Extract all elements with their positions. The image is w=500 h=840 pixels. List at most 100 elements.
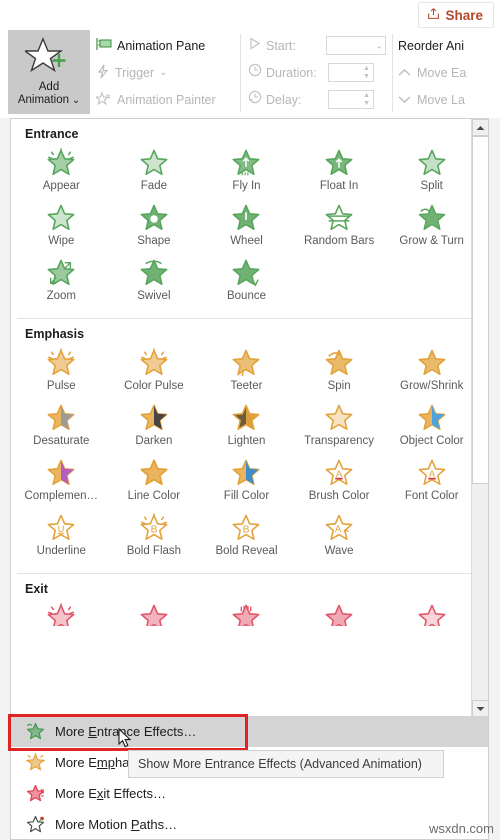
share-button[interactable]: Share (418, 2, 494, 28)
trigger-button[interactable]: Trigger ⌄ (96, 59, 236, 86)
star-fly-out-icon (231, 602, 261, 626)
animation-effect-item-0[interactable] (15, 600, 108, 626)
star-darken-icon (139, 402, 169, 434)
animation-effect-item-1[interactable] (108, 600, 201, 626)
animation-effect-bold-flash[interactable]: B Bold Flash (108, 510, 201, 565)
animation-effect-lighten[interactable]: Lighten (200, 400, 293, 455)
animation-effect-fly-in[interactable]: Fly In (200, 145, 293, 200)
svg-text:B: B (243, 525, 250, 536)
scroll-down-button[interactable] (472, 700, 489, 717)
share-icon (427, 7, 440, 23)
animation-effect-label: Grow & Turn (399, 235, 464, 247)
animation-effect-line-color[interactable]: Line Color (108, 455, 201, 510)
start-combo[interactable]: ⌄ (326, 36, 386, 55)
star-line-color-icon (139, 457, 169, 489)
animation-effect-label: Font Color (404, 490, 459, 502)
animation-effect-wave[interactable]: A Wave (293, 510, 386, 565)
animation-effect-appear[interactable]: Appear (15, 145, 108, 200)
share-label: Share (445, 7, 483, 23)
animation-painter-button[interactable]: Animation Painter (94, 86, 236, 113)
animation-effect-complemen[interactable]: Complemen… (15, 455, 108, 510)
animation-effect-wipe[interactable]: Wipe (15, 200, 108, 255)
star-underline-icon: U (46, 512, 76, 544)
animation-effect-font-color[interactable]: A Font Color (385, 455, 478, 510)
animation-effect-bold-reveal[interactable]: B Bold Reveal (200, 510, 293, 565)
add-animation-label-2: Animation ⌄ (17, 94, 81, 106)
animation-effect-grow-shrink[interactable]: Grow/Shrink (385, 345, 478, 400)
animation-effect-spin[interactable]: Spin (293, 345, 386, 400)
animation-effect-shape[interactable]: Shape (108, 200, 201, 255)
animation-effect-label: Split (420, 180, 443, 192)
star-bold-flash-icon: B (139, 512, 169, 544)
delay-row: Delay: ▲ ▼ (248, 86, 386, 113)
animation-effect-pulse[interactable]: Pulse (15, 345, 108, 400)
animation-effect-float-in[interactable]: Float In (293, 145, 386, 200)
animation-effect-object-color[interactable]: Object Color (385, 400, 478, 455)
move-later-button[interactable]: Move La (398, 86, 500, 113)
animation-effect-label: Wave (324, 545, 354, 557)
star-random-bars-icon (324, 202, 354, 234)
animation-effect-label: Fly In (232, 180, 261, 192)
animation-effect-label: Shape (137, 235, 171, 247)
animation-effect-brush-color[interactable]: A Brush Color (293, 455, 386, 510)
animation-effect-item-3[interactable] (293, 600, 386, 626)
animation-effect-wheel[interactable]: Wheel (200, 200, 293, 255)
star-brush-color-icon: A (324, 457, 354, 489)
animation-effect-swivel[interactable]: Swivel (108, 255, 201, 310)
animation-effect-teeter[interactable]: Teeter (200, 345, 293, 400)
animation-effect-label: Teeter (230, 380, 263, 392)
animation-effect-bounce[interactable]: Bounce (200, 255, 293, 310)
animation-effect-label: Pulse (46, 380, 76, 392)
group-separator-1 (240, 34, 241, 112)
scroll-up-button[interactable] (472, 119, 489, 136)
animation-effect-label: Lighten (227, 435, 266, 447)
animation-effect-underline[interactable]: U Underline (15, 510, 108, 565)
animation-effect-fade[interactable]: Fade (108, 145, 201, 200)
spinner-arrows-icon[interactable]: ▲ ▼ (363, 65, 370, 80)
star-brush-icon (94, 91, 112, 109)
duration-spinner[interactable]: ▲ ▼ (328, 63, 374, 82)
animation-pane-label: Animation Pane (117, 38, 206, 53)
duration-label: Duration: (266, 65, 317, 80)
mouse-cursor (118, 727, 134, 755)
animation-pane-button[interactable]: Animation Pane (96, 32, 236, 59)
star-split-icon (417, 147, 447, 179)
add-animation-label-1: Add (38, 81, 60, 93)
chevron-down-icon: ⌄ (159, 67, 168, 78)
menu-item-label: More Motion Paths… (55, 817, 178, 832)
animation-painter-label: Animation Painter (117, 92, 216, 107)
animation-effect-label: Line Color (127, 490, 181, 502)
animation-effect-random-bars[interactable]: Random Bars (293, 200, 386, 255)
star-pulse-icon (46, 347, 76, 379)
animation-effect-fill-color[interactable]: Fill Color (200, 455, 293, 510)
animation-effect-label: Bold Reveal (215, 545, 278, 557)
move-earlier-button[interactable]: Move Ea (398, 59, 500, 86)
menu-item-more-motion-paths[interactable]: More Motion Paths… (11, 809, 488, 840)
spinner-arrows-icon[interactable]: ▲ ▼ (363, 92, 370, 107)
animation-effect-grow-turn[interactable]: Grow & Turn (385, 200, 478, 255)
animation-effect-desaturate[interactable]: Desaturate (15, 400, 108, 455)
menu-item-more-exit-effects[interactable]: More Exit Effects… (11, 778, 488, 809)
animation-effect-item-4[interactable] (385, 600, 478, 626)
add-animation-button[interactable]: Add Animation ⌄ (8, 30, 90, 114)
animation-effect-label: Swivel (137, 290, 171, 302)
animation-effect-darken[interactable]: Darken (108, 400, 201, 455)
animation-effect-label: Brush Color (308, 490, 370, 502)
star-fade-icon (139, 147, 169, 179)
animation-effect-split[interactable]: Split (385, 145, 478, 200)
delay-spinner[interactable]: ▲ ▼ (328, 90, 374, 109)
animation-effect-transparency[interactable]: Transparency (293, 400, 386, 455)
star-wipe-icon (46, 202, 76, 234)
reorder-animation-title: Reorder Ani (398, 38, 465, 53)
star-float-out-icon (324, 602, 354, 626)
animation-effect-item-2[interactable] (200, 600, 293, 626)
gallery-scrollbar[interactable] (471, 119, 489, 717)
move-earlier-label: Move Ea (417, 65, 467, 80)
animation-effect-color-pulse[interactable]: Color Pulse (108, 345, 201, 400)
animation-effect-zoom[interactable]: Zoom (15, 255, 108, 310)
scrollbar-thumb[interactable] (472, 136, 489, 484)
animation-effect-label: Bounce (226, 290, 266, 302)
star-wave-icon: A (324, 512, 354, 544)
star-lighten-icon (231, 402, 261, 434)
chevron-down-icon (398, 93, 411, 107)
